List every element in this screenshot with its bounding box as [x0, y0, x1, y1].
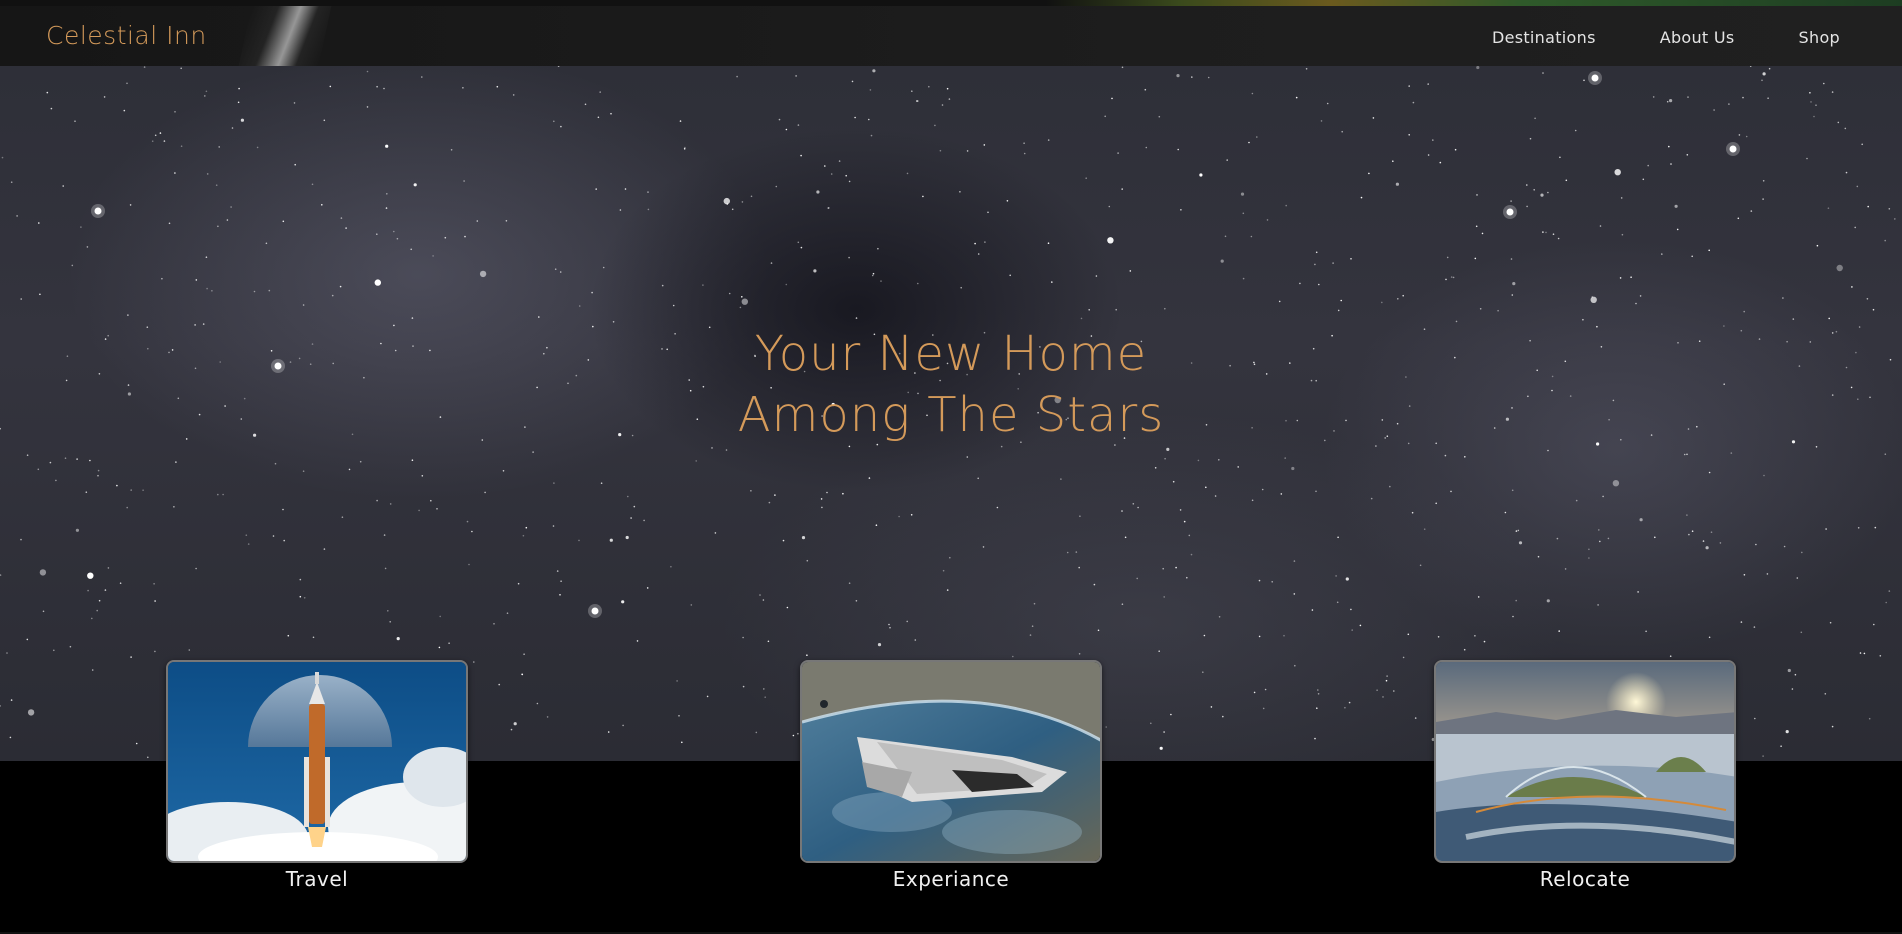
- nav-destinations[interactable]: Destinations: [1492, 28, 1596, 47]
- dome-colony-icon: [1436, 662, 1734, 861]
- brand-logo[interactable]: Celestial Inn: [46, 21, 207, 50]
- nav-about-us[interactable]: About Us: [1660, 28, 1735, 47]
- card-relocate[interactable]: [1434, 660, 1736, 863]
- card-experiance[interactable]: [800, 660, 1102, 863]
- headline-line-2: Among The Stars: [737, 387, 1165, 443]
- nav-shop[interactable]: Shop: [1799, 28, 1840, 47]
- card-label-experiance: Experiance: [892, 867, 1010, 891]
- hero-headline: Your New Home Among The Stars: [0, 324, 1902, 446]
- header-sheen: [238, 6, 332, 66]
- headline-line-1: Your New Home: [754, 326, 1148, 382]
- card-label-relocate: Relocate: [1539, 867, 1631, 891]
- hero-starfield: Your New Home Among The Stars: [0, 66, 1902, 761]
- main-nav: Destinations About Us Shop: [1492, 28, 1840, 47]
- card-travel[interactable]: [166, 660, 468, 863]
- site-header: Celestial Inn Destinations About Us Shop: [0, 6, 1902, 66]
- spaceship-over-earth-icon: [802, 662, 1100, 861]
- rocket-launch-icon: [168, 662, 466, 861]
- card-label-travel: Travel: [285, 867, 349, 891]
